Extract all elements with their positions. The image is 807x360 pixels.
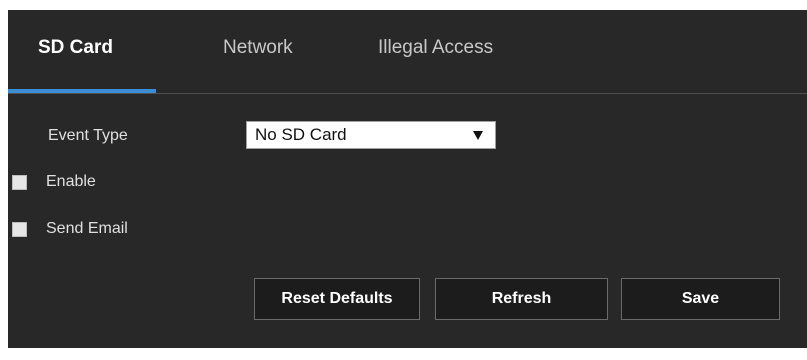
event-type-selected-value: No SD Card — [255, 125, 347, 144]
tab-illegal-access[interactable]: Illegal Access — [378, 37, 493, 59]
event-type-select[interactable]: No SD Card — [246, 121, 496, 149]
tab-sd-card[interactable]: SD Card — [38, 37, 113, 59]
enable-label: Enable — [46, 173, 96, 190]
enable-checkbox[interactable] — [12, 175, 27, 190]
dropdown-arrow-icon — [473, 131, 483, 140]
send-email-checkbox[interactable] — [12, 222, 27, 237]
save-button[interactable]: Save — [621, 278, 780, 320]
settings-panel: SD Card Network Illegal Access Event Typ… — [8, 10, 807, 348]
reset-defaults-button[interactable]: Reset Defaults — [254, 278, 420, 320]
send-email-label: Send Email — [46, 220, 128, 237]
event-type-label: Event Type — [48, 127, 128, 144]
refresh-button[interactable]: Refresh — [435, 278, 608, 320]
tab-network[interactable]: Network — [223, 37, 293, 59]
tab-divider — [8, 93, 807, 94]
tab-bar: SD Card Network Illegal Access — [8, 10, 807, 93]
